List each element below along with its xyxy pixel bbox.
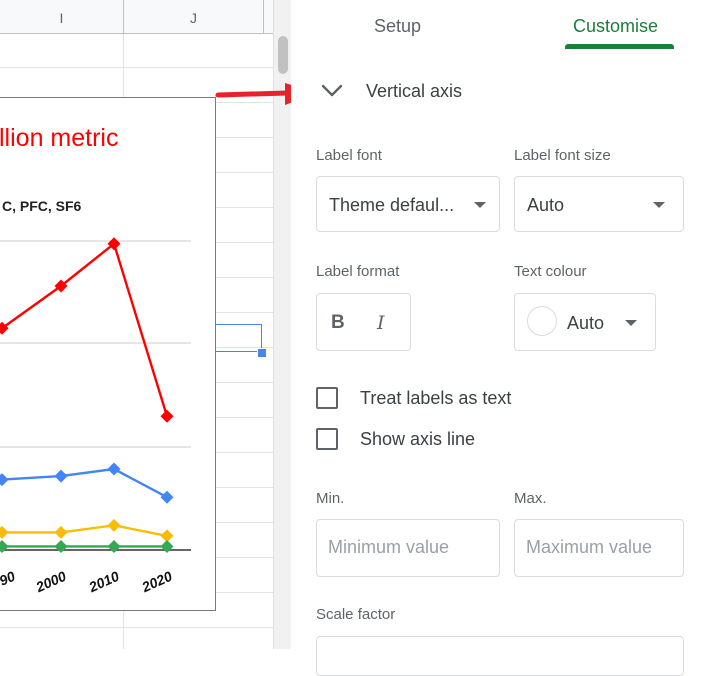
chevron-down-icon: [321, 84, 343, 97]
chart-series-layer: [0, 237, 174, 553]
column-header-row: I J: [0, 0, 273, 34]
section-title: Vertical axis: [366, 81, 463, 101]
data-point-s0-3: [160, 409, 174, 423]
data-point-s2-0: [0, 525, 9, 539]
show-axis-line-checkbox[interactable]: [316, 428, 338, 450]
max-value-input[interactable]: [526, 537, 676, 558]
label-font-dropdown[interactable]: Theme defaul...: [316, 176, 500, 232]
chart-title: llion metric: [0, 124, 118, 152]
chart-x-ticks: 90 2000 2010 2020: [0, 568, 175, 596]
x-tick-label: 90: [0, 568, 18, 589]
bold-button[interactable]: B: [331, 312, 345, 334]
column-header-j[interactable]: J: [124, 0, 264, 33]
max-value-field[interactable]: [514, 519, 684, 577]
series-line-0: [1, 241, 169, 417]
column-header-i[interactable]: I: [0, 0, 124, 33]
series-line-1: [1, 467, 168, 499]
x-tick-label: 2010: [86, 568, 122, 596]
text-colour-label: Text colour: [514, 263, 587, 280]
text-colour-value: Auto: [567, 313, 605, 333]
data-point-s3-0: [0, 539, 9, 553]
data-point-s3-1: [54, 539, 68, 553]
label-font-label: Label font: [316, 147, 382, 164]
min-label: Min.: [316, 490, 345, 507]
chart-canvas: llion metric C, PFC, SF6 90 2000 2010 2020: [0, 124, 191, 596]
data-point-s2-2: [107, 518, 121, 532]
show-axis-line-label: Show axis line: [360, 429, 476, 449]
dropdown-caret-icon: [653, 202, 665, 208]
colour-swatch: [527, 306, 557, 336]
embedded-chart[interactable]: llion metric C, PFC, SF6 90 2000 2010 2020: [0, 97, 216, 611]
data-point-s3-3: [160, 539, 174, 553]
data-point-s2-1: [54, 525, 68, 539]
series-line-2: [2, 524, 168, 538]
dropdown-caret-icon: [625, 320, 637, 326]
active-tab-indicator: [565, 44, 674, 49]
tab-customise[interactable]: Customise: [573, 16, 658, 40]
cell-selection-range: [216, 324, 262, 352]
data-point-s1-1: [54, 469, 68, 483]
treat-labels-as-text-option[interactable]: Treat labels as text: [316, 387, 576, 413]
scale-factor-dropdown[interactable]: [316, 636, 684, 676]
selection-drag-handle[interactable]: [257, 348, 267, 358]
italic-button[interactable]: I: [377, 312, 385, 334]
label-font-size-dropdown[interactable]: Auto: [514, 176, 684, 232]
label-format-group: B I: [316, 293, 411, 351]
label-font-size-value: Auto: [527, 195, 565, 215]
min-value-input[interactable]: [328, 537, 478, 558]
treat-labels-as-text-checkbox[interactable]: [316, 387, 338, 409]
data-point-s1-0: [0, 473, 9, 487]
max-label: Max.: [514, 490, 547, 507]
chart-gridlines: [0, 240, 191, 551]
data-point-s1-3: [160, 490, 174, 504]
data-point-s1-2: [107, 462, 121, 476]
label-format-label: Label format: [316, 263, 400, 280]
data-point-s3-2: [107, 539, 121, 553]
text-colour-dropdown[interactable]: Auto: [514, 293, 656, 351]
x-tick-label: 2000: [33, 568, 69, 596]
treat-labels-as-text-label: Treat labels as text: [360, 388, 512, 408]
chart-editor-sidebar: Setup Customise Vertical axis Label font…: [291, 0, 710, 676]
tab-setup[interactable]: Setup: [374, 16, 421, 40]
label-font-value: Theme defaul...: [329, 195, 455, 215]
x-tick-label: 2020: [139, 568, 175, 596]
min-value-field[interactable]: [316, 519, 500, 577]
show-axis-line-option[interactable]: Show axis line: [316, 428, 576, 454]
scale-factor-label: Scale factor: [316, 606, 396, 623]
chart-subtitle: C, PFC, SF6: [2, 198, 82, 214]
dropdown-caret-icon: [474, 202, 486, 208]
label-font-size-label: Label font size: [514, 147, 611, 164]
sheet-scrollbar-thumb[interactable]: [278, 36, 288, 74]
